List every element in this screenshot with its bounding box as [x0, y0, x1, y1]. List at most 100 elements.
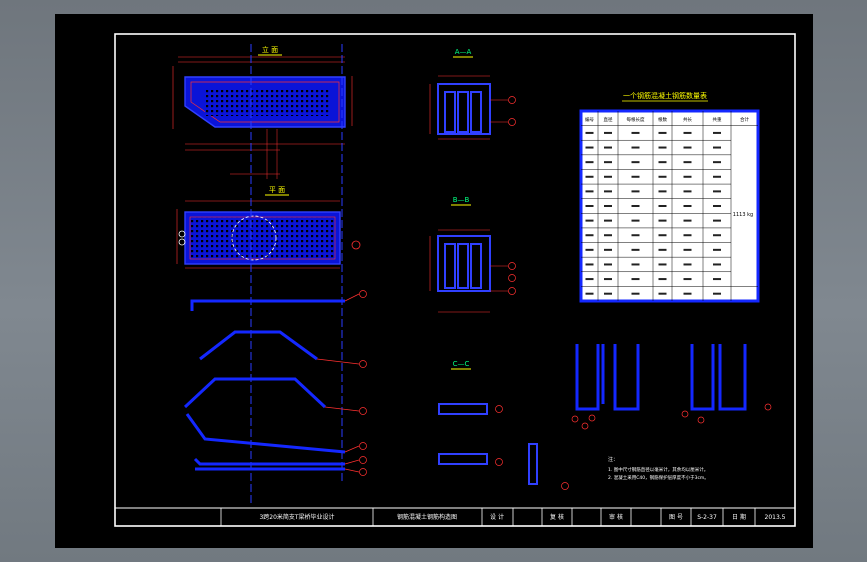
project-name: 3跨20米简支T梁桥毕业设计 — [259, 513, 334, 521]
table-cell-mark — [631, 248, 640, 251]
table-cell-mark — [585, 146, 594, 149]
table-cell-mark — [631, 205, 640, 207]
table-title: 一个钢筋混凝土钢筋数量表 — [623, 91, 707, 100]
table-cell-mark — [683, 146, 692, 149]
notes-line-1: 1. 图中尺寸钢筋直径以毫米计，其余均以厘米计。 — [608, 466, 708, 473]
drawing-no: S-2-37 — [697, 514, 717, 521]
table-cell-mark — [683, 263, 692, 266]
table-cell-mark — [683, 131, 692, 134]
table-cell-mark — [585, 278, 594, 281]
table-cell-mark — [713, 234, 721, 237]
table-cell-mark — [585, 234, 594, 237]
table-cell-mark — [604, 219, 612, 222]
table-cell-mark — [713, 278, 721, 281]
table-cell-mark — [683, 219, 692, 222]
table-cell-mark — [585, 190, 594, 193]
table-cell-mark — [631, 161, 640, 164]
date-value: 2013.5 — [765, 514, 786, 521]
table-cell-mark — [658, 175, 667, 178]
table-cell-mark — [604, 205, 612, 207]
title-block: 3跨20米简支T梁桥毕业设计 钢筋混凝土钢筋构造图 设 计 复 核 审 核 图 … — [114, 507, 796, 527]
table-cell-mark — [604, 278, 612, 281]
table-cell-mark — [658, 131, 667, 134]
table-header-cell: 共长 — [683, 116, 692, 123]
table-cell-mark — [604, 234, 612, 237]
table-cell-mark — [713, 175, 721, 178]
designed-label: 设 计 — [490, 513, 504, 521]
table-cell-mark — [631, 131, 640, 134]
table-cell-mark — [658, 161, 667, 164]
table-cell-mark — [658, 234, 667, 237]
table-cell-mark — [713, 248, 721, 251]
elevation-label: 立 面 — [262, 45, 278, 54]
table-cell-mark — [713, 161, 721, 164]
table-cell-mark — [713, 292, 721, 295]
table-cell-mark — [604, 248, 612, 251]
table-cell-mark — [713, 190, 721, 193]
table-cell-mark — [585, 263, 594, 266]
date-label: 日 期 — [732, 513, 746, 521]
table-cell-mark — [585, 219, 594, 222]
table-cell-mark — [631, 219, 640, 222]
table-cell-mark — [631, 292, 640, 295]
section-a-label: A—A — [455, 48, 472, 56]
table-cell-mark — [658, 278, 667, 281]
notes-heading: 注： — [608, 456, 618, 463]
table-cell-mark — [683, 161, 692, 164]
table-cell-mark — [658, 146, 667, 149]
table-cell-mark — [658, 263, 667, 266]
table-cell-mark — [683, 190, 692, 193]
table-header-cell: 每根长度 — [627, 116, 645, 123]
checked-label: 复 核 — [550, 513, 564, 521]
table-cell-mark — [631, 278, 640, 281]
table-cell-mark — [683, 205, 692, 207]
table-cell-mark — [585, 248, 594, 251]
table-cell-mark — [683, 248, 692, 251]
stirrup-detail-right — [690, 344, 747, 411]
table-cell-mark — [585, 131, 594, 134]
table-cell-mark — [631, 146, 640, 149]
table-header-cell: 根数 — [658, 116, 667, 123]
section-b-view — [429, 229, 516, 313]
section-b-label: B—B — [453, 196, 470, 204]
rebar-details — [183, 299, 346, 471]
table-cell-mark — [604, 175, 612, 178]
approved-label: 审 核 — [609, 513, 623, 521]
table-cell-mark — [585, 161, 594, 164]
table-cell-mark — [713, 205, 721, 207]
table-cell-mark — [713, 131, 721, 134]
table-cell-mark — [683, 234, 692, 237]
table-cell-mark — [604, 263, 612, 266]
cad-viewport[interactable]: 立 面 平 面 A—A B—B C—C 一个钢筋混凝土钢筋数量表 编号 直径 每… — [55, 14, 813, 548]
table-header-cell: 合计 — [740, 116, 749, 123]
drawing-no-label: 图 号 — [669, 514, 683, 521]
table-cell-mark — [604, 161, 612, 164]
table-cell-mark — [585, 175, 594, 178]
table-cell-mark — [585, 292, 594, 295]
notes-line-2: 2. 混凝土采用C40，钢筋保护层厚度不小于3cm。 — [608, 474, 709, 481]
table-cell-mark — [604, 292, 612, 295]
table-cell-mark — [658, 205, 667, 207]
table-cell-mark — [658, 219, 667, 222]
table-cell-mark — [713, 263, 721, 266]
table-cell-mark — [631, 175, 640, 178]
table-header-cell: 共重 — [713, 116, 722, 123]
section-c-label: C—C — [453, 360, 470, 368]
drawing-sheet: 立 面 平 面 A—A B—B C—C 一个钢筋混凝土钢筋数量表 编号 直径 每… — [114, 33, 796, 527]
section-a-view — [429, 75, 516, 140]
quantity-table: 编号 直径 每根长度 根数 共长 共重 合计 1113 kg — [579, 109, 760, 303]
table-cell-mark — [683, 175, 692, 178]
table-cell-mark — [658, 248, 667, 251]
section-c-view — [438, 403, 569, 490]
table-cell-mark — [713, 146, 721, 149]
table-header-cell: 直径 — [604, 116, 613, 123]
table-cell-mark — [604, 190, 612, 193]
table-cell-mark — [683, 278, 692, 281]
drawing-name: 钢筋混凝土钢筋构造图 — [397, 513, 457, 521]
table-cell-mark — [585, 205, 594, 207]
table-cell-mark — [631, 263, 640, 266]
table-cell-mark — [604, 146, 612, 149]
table-cell-mark — [713, 219, 721, 222]
table-cell-mark — [631, 234, 640, 237]
table-total: 1113 kg — [733, 212, 753, 218]
